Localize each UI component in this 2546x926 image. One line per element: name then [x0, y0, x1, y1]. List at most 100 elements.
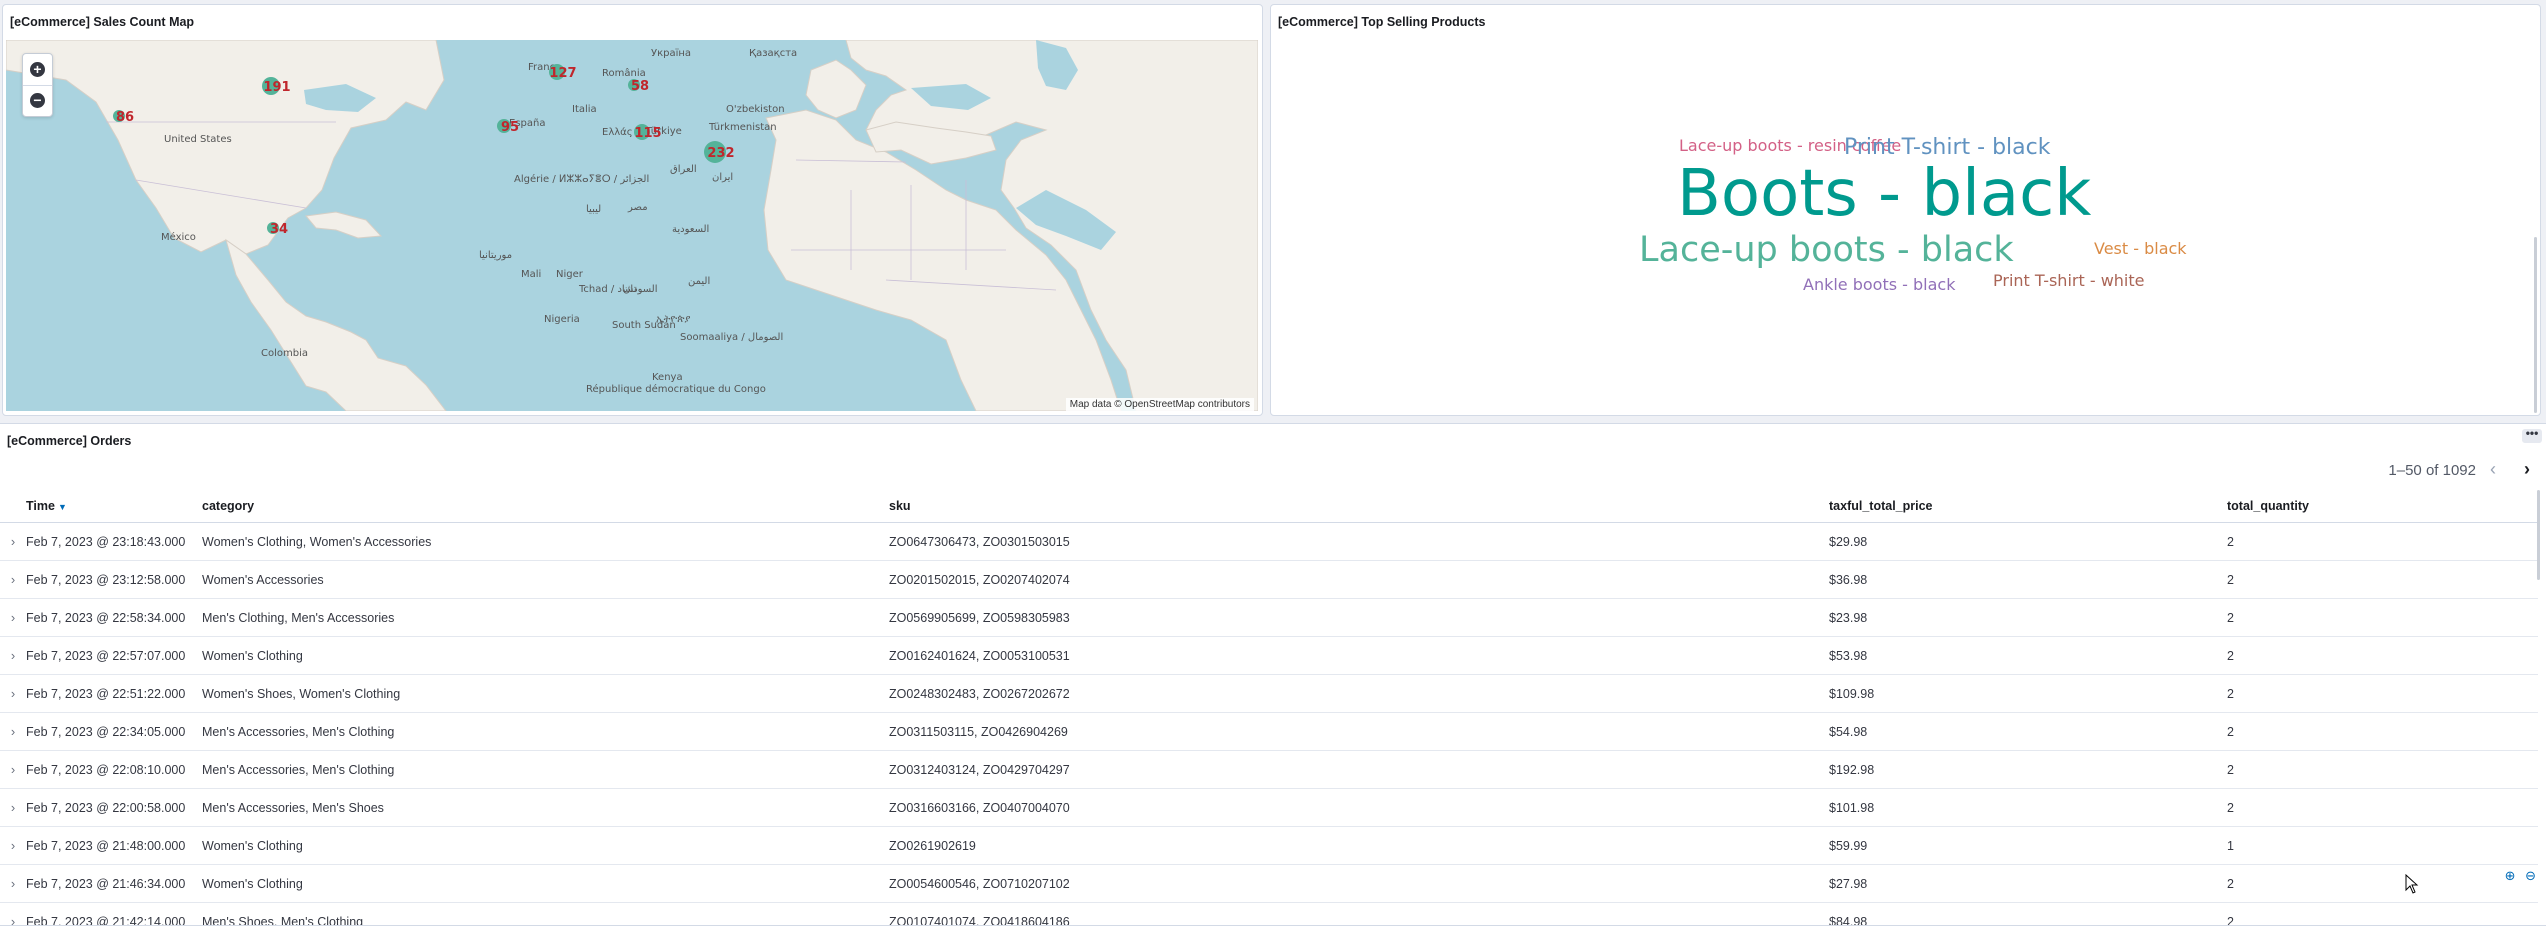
scrollbar[interactable]: [2534, 237, 2537, 413]
table-row[interactable]: › Feb 7, 2023 @ 22:51:22.000 Women's Shoes…: [0, 674, 2538, 713]
tag-cloud-word[interactable]: Print T-shirt - black: [1844, 137, 2050, 159]
cell-taxful-total-price: $29.98: [1829, 522, 2227, 561]
cell-sku: ZO0316603166, ZO0407004070: [889, 788, 1829, 827]
filter-for-value-icon[interactable]: ⊕: [2505, 868, 2516, 883]
tag-cloud-word[interactable]: Ankle boots - black: [1803, 277, 1955, 293]
cell-taxful-total-price: $36.98: [1829, 560, 2227, 599]
map-attribution[interactable]: Map data © OpenStreetMap contributors: [1065, 398, 1254, 411]
expand-row-chevron-icon[interactable]: ›: [0, 522, 26, 561]
cell-taxful-total-price: $23.98: [1829, 598, 2227, 637]
cell-total-quantity: 2: [2227, 636, 2538, 675]
cell-taxful-total-price: $101.98: [1829, 788, 2227, 827]
map-marker-count: 34: [270, 222, 288, 237]
map-label: Ελλάς: [602, 126, 633, 138]
expand-row-chevron-icon[interactable]: ›: [0, 750, 26, 789]
map-label: Mali: [521, 269, 541, 280]
pagination-text: 1–50 of 1092: [2388, 462, 2476, 479]
expand-row-chevron-icon[interactable]: ›: [0, 636, 26, 675]
table-row[interactable]: › Feb 7, 2023 @ 21:42:14.000 Men's Shoes, …: [0, 902, 2538, 925]
panel-options-button[interactable]: •••: [2522, 427, 2542, 443]
table-row[interactable]: › Feb 7, 2023 @ 22:34:05.000 Men's Accesso…: [0, 712, 2538, 751]
filter-out-value-icon[interactable]: ⊖: [2525, 868, 2536, 883]
column-header-sku[interactable]: sku: [889, 490, 1829, 523]
cell-time: Feb 7, 2023 @ 22:00:58.000: [26, 788, 202, 827]
cell-sku: ZO0647306473, ZO0301503015: [889, 522, 1829, 561]
cell-category: Women's Shoes, Women's Clothing: [202, 674, 889, 713]
cell-time: Feb 7, 2023 @ 22:34:05.000: [26, 712, 202, 751]
expand-row-chevron-icon[interactable]: ›: [0, 598, 26, 637]
map-label: مصر: [627, 202, 648, 213]
cell-total-quantity: 1: [2227, 826, 2538, 865]
tag-cloud-word[interactable]: Print T-shirt - white: [1993, 273, 2144, 289]
expand-row-chevron-icon[interactable]: ›: [0, 712, 26, 751]
expand-row-chevron-icon[interactable]: ›: [0, 902, 26, 925]
cell-sku: ZO0261902619: [889, 826, 1829, 865]
zoom-in-button[interactable]: +: [30, 62, 45, 77]
map-label: Қазақста: [749, 48, 797, 59]
cell-category: Women's Clothing: [202, 864, 889, 903]
cell-total-quantity: 2: [2227, 750, 2538, 789]
map-label: México: [161, 231, 196, 243]
scrollbar[interactable]: [2537, 490, 2540, 580]
cell-category: Women's Clothing: [202, 636, 889, 675]
table-row[interactable]: › Feb 7, 2023 @ 21:48:00.000 Women's Cloth…: [0, 826, 2538, 865]
map-label: Colombia: [261, 348, 308, 359]
map-graphic: United States México Colombia France Esp…: [6, 40, 1258, 411]
cell-time: Feb 7, 2023 @ 22:57:07.000: [26, 636, 202, 675]
cell-category: Men's Shoes, Men's Clothing: [202, 902, 889, 925]
cell-total-quantity: 2: [2227, 864, 2538, 903]
map-label: République démocratique du Congo: [586, 383, 766, 395]
table-row[interactable]: › Feb 7, 2023 @ 21:46:34.000 Women's Cloth…: [0, 864, 2538, 903]
tag-cloud-word[interactable]: Lace-up boots - black: [1639, 233, 2014, 268]
cell-sku: ZO0107401074, ZO0418604186: [889, 902, 1829, 925]
pagination: 1–50 of 1092 ‹ ›: [2286, 459, 2546, 481]
cell-taxful-total-price: $109.98: [1829, 674, 2227, 713]
cell-taxful-total-price: $192.98: [1829, 750, 2227, 789]
cell-time: Feb 7, 2023 @ 23:12:58.000: [26, 560, 202, 599]
expand-row-chevron-icon[interactable]: ›: [0, 826, 26, 865]
tag-cloud-word[interactable]: Vest - black: [2094, 241, 2187, 257]
cell-total-quantity: 2: [2227, 788, 2538, 827]
cell-category: Women's Accessories: [202, 560, 889, 599]
cell-category: Men's Clothing, Men's Accessories: [202, 598, 889, 637]
map-label: Algérie / ⵍⵣⵣⴰⵢⴻⵔ / الجزائر: [514, 173, 649, 185]
cell-sku: ZO0162401624, ZO0053100531: [889, 636, 1829, 675]
column-header-category[interactable]: category: [202, 490, 889, 523]
cell-time: Feb 7, 2023 @ 21:46:34.000: [26, 864, 202, 903]
table-row[interactable]: › Feb 7, 2023 @ 22:00:58.000 Men's Accesso…: [0, 788, 2538, 827]
expand-row-chevron-icon[interactable]: ›: [0, 788, 26, 827]
table-row[interactable]: › Feb 7, 2023 @ 22:58:34.000 Men's Clothin…: [0, 598, 2538, 637]
next-page-button[interactable]: ›: [2516, 459, 2538, 481]
cell-total-quantity: 2: [2227, 902, 2538, 925]
cell-sku: ZO0311503115, ZO0426904269: [889, 712, 1829, 751]
table-header-row: Time ▼ category sku taxful_total_price to…: [0, 490, 2538, 523]
column-header-taxful-total-price[interactable]: taxful_total_price: [1829, 490, 2227, 523]
map-label: România: [602, 67, 646, 79]
column-header-time[interactable]: Time ▼: [26, 490, 202, 523]
table-row[interactable]: › Feb 7, 2023 @ 23:18:43.000 Women's Cloth…: [0, 522, 2538, 561]
column-header-total-quantity[interactable]: total_quantity: [2227, 490, 2538, 523]
orders-table: Time ▼ category sku taxful_total_price to…: [0, 490, 2538, 925]
cell-taxful-total-price: $53.98: [1829, 636, 2227, 675]
expand-row-chevron-icon[interactable]: ›: [0, 560, 26, 599]
sort-desc-icon[interactable]: ▼: [58, 502, 67, 512]
map-canvas[interactable]: United States México Colombia France Esp…: [6, 40, 1258, 411]
cell-category: Women's Clothing: [202, 826, 889, 865]
previous-page-button[interactable]: ‹: [2482, 459, 2504, 481]
table-row[interactable]: › Feb 7, 2023 @ 22:57:07.000 Women's Cloth…: [0, 636, 2538, 675]
table-row[interactable]: › Feb 7, 2023 @ 23:12:58.000 Women's Acces…: [0, 560, 2538, 599]
table-row[interactable]: › Feb 7, 2023 @ 22:08:10.000 Men's Accesso…: [0, 750, 2538, 789]
cell-sku: ZO0248302483, ZO0267202672: [889, 674, 1829, 713]
cell-sku: ZO0054600546, ZO0710207102: [889, 864, 1829, 903]
map-label: Niger: [556, 269, 584, 280]
map-label: Kenya: [652, 372, 683, 383]
cell-taxful-total-price: $54.98: [1829, 712, 2227, 751]
zoom-out-button[interactable]: −: [30, 93, 45, 108]
tag-cloud-word[interactable]: Boots - black: [1677, 162, 2091, 226]
map-marker-count: 232: [707, 146, 734, 161]
cell-total-quantity: 2: [2227, 712, 2538, 751]
expand-row-chevron-icon[interactable]: ›: [0, 674, 26, 713]
map-label: Italia: [572, 104, 597, 115]
expand-row-chevron-icon[interactable]: ›: [0, 864, 26, 903]
cell-category: Men's Accessories, Men's Clothing: [202, 750, 889, 789]
